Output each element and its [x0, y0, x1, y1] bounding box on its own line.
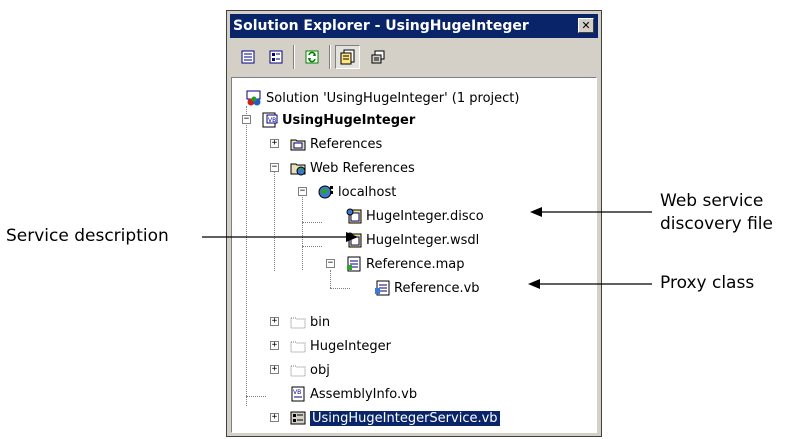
- callout-web-service-line1: Web service: [660, 191, 764, 211]
- properties-button[interactable]: [235, 45, 260, 69]
- view-designer-icon: [371, 50, 384, 64]
- tree-item-service[interactable]: UsingHugeIntegerService.vb: [290, 408, 500, 428]
- folder-icon: [290, 317, 306, 329]
- tree-item-label: Solution 'UsingHugeInteger' (1 project): [266, 90, 520, 106]
- vb-file-icon: [375, 280, 390, 296]
- view-code-button[interactable]: [335, 45, 360, 69]
- wsdl-file-icon: [346, 232, 362, 248]
- references-folder-icon: [290, 139, 306, 151]
- svg-text:VB: VB: [293, 389, 301, 396]
- callout-web-service-line2: discovery file: [660, 214, 773, 234]
- tree-item-label: Reference.map: [366, 256, 465, 272]
- tree-item-label: UsingHugeIntegerService.vb: [310, 410, 500, 426]
- tree-item-label: bin: [310, 314, 331, 330]
- tree-item-label: Web References: [310, 160, 415, 176]
- solution-tree: Solution 'UsingHugeInteger' (1 project) …: [231, 77, 597, 433]
- properties-icon: [241, 50, 254, 64]
- toolbar: [231, 41, 597, 75]
- tree-item-label: Reference.vb: [394, 280, 480, 296]
- tree-line: [302, 190, 303, 270]
- callout-proxy-class: Proxy class: [660, 273, 755, 293]
- expand-toggle[interactable]: +: [270, 317, 279, 326]
- svg-text:VB: VB: [268, 117, 276, 124]
- tree-item-wsdl[interactable]: HugeInteger.wsdl: [346, 230, 479, 250]
- collapse-toggle[interactable]: −: [242, 115, 251, 124]
- tree-item-web-references[interactable]: Web References: [290, 158, 415, 178]
- tree-item-reference-map[interactable]: Reference.map: [346, 254, 464, 274]
- expand-toggle[interactable]: +: [270, 365, 279, 374]
- tree-item-label: UsingHugeInteger: [282, 112, 416, 128]
- refresh-button[interactable]: [299, 45, 324, 69]
- expand-toggle[interactable]: +: [270, 139, 279, 148]
- tree-line: [330, 270, 331, 288]
- disco-file-icon: [346, 208, 362, 224]
- web-server-icon: [318, 185, 333, 199]
- web-references-folder-icon: [290, 163, 306, 176]
- map-file-icon: [347, 256, 361, 272]
- folder-icon: [290, 341, 306, 353]
- tree-item-hugeinteger-folder[interactable]: HugeInteger: [290, 336, 391, 356]
- tree-item-label: HugeInteger: [310, 338, 392, 354]
- expand-toggle[interactable]: +: [270, 341, 279, 350]
- tree-line: [246, 396, 266, 397]
- view-designer-button[interactable]: [365, 45, 390, 69]
- tree-item-references[interactable]: References: [290, 134, 382, 154]
- tree-item-disco[interactable]: HugeInteger.disco: [346, 206, 484, 226]
- expand-toggle[interactable]: +: [270, 413, 279, 422]
- tree-item-project[interactable]: VB UsingHugeInteger: [262, 110, 415, 130]
- refresh-icon: [305, 50, 318, 64]
- window-title: Solution Explorer - UsingHugeInteger: [233, 18, 529, 34]
- tree-line: [302, 222, 322, 223]
- tree-line: [302, 246, 322, 247]
- toolbar-separator: [293, 45, 295, 69]
- tree-item-label: HugeInteger.wsdl: [366, 232, 480, 248]
- view-code-icon: [340, 49, 354, 65]
- tree-item-bin[interactable]: bin: [290, 312, 330, 332]
- solution-explorer-window: Solution Explorer - UsingHugeInteger ✕ S…: [226, 10, 602, 437]
- callout-service-description: Service description: [6, 226, 169, 246]
- close-button[interactable]: ✕: [578, 18, 594, 33]
- tree-line: [330, 288, 350, 289]
- toolbar-separator: [329, 45, 331, 69]
- folder-icon: [290, 365, 306, 377]
- tree-item-label: obj: [310, 362, 330, 378]
- tree-item-label: AssemblyInfo.vb: [310, 386, 418, 402]
- tree-item-label: HugeInteger.disco: [366, 208, 484, 224]
- tree-item-label: localhost: [338, 184, 397, 200]
- tree-item-reference-vb[interactable]: Reference.vb: [374, 278, 480, 298]
- tree-item-label: References: [310, 136, 383, 152]
- web-service-file-icon: [290, 411, 306, 425]
- solution-icon: [246, 90, 261, 106]
- tree-item-obj[interactable]: obj: [290, 360, 330, 380]
- tree-item-assemblyinfo[interactable]: VB AssemblyInfo.vb: [290, 384, 417, 404]
- vb-project-icon: VB: [262, 112, 278, 128]
- tree-item-solution[interactable]: Solution 'UsingHugeInteger' (1 project): [246, 88, 519, 108]
- show-all-files-button[interactable]: [263, 45, 288, 69]
- collapse-toggle[interactable]: −: [326, 259, 335, 268]
- collapse-toggle[interactable]: −: [270, 163, 279, 172]
- show-all-files-icon: [269, 50, 282, 64]
- vb-file-icon: VB: [291, 386, 305, 402]
- tree-line: [274, 166, 275, 271]
- tree-item-localhost[interactable]: localhost: [318, 182, 396, 202]
- tree-line: [246, 106, 247, 406]
- window-titlebar[interactable]: Solution Explorer - UsingHugeInteger ✕: [230, 14, 598, 38]
- collapse-toggle[interactable]: −: [298, 187, 307, 196]
